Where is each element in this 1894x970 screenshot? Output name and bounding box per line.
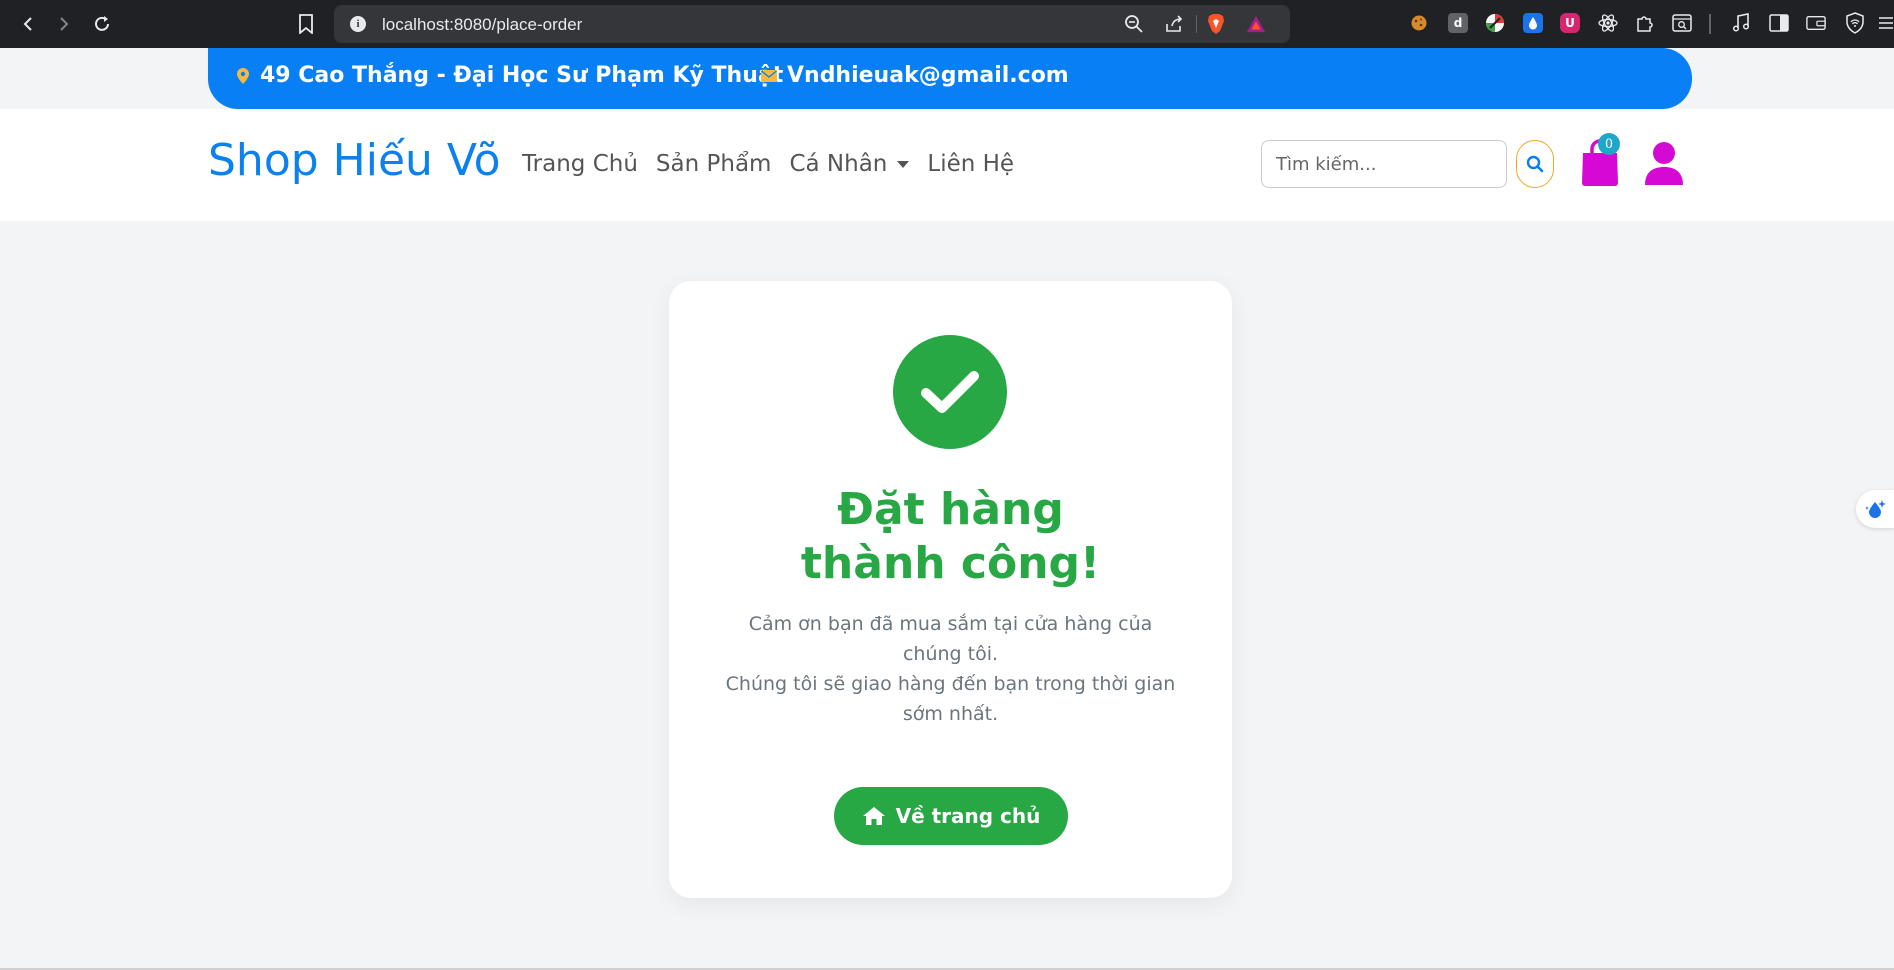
message-line-2: Chúng tôi sẽ giao hàng đến bạn trong thờ… bbox=[725, 673, 1176, 725]
nav-contact-label[interactable]: Liên Hệ bbox=[927, 151, 1014, 177]
user-account-button[interactable] bbox=[1644, 141, 1684, 187]
email-text[interactable]: Vndhieuak@gmail.com bbox=[787, 63, 1069, 88]
forward-button[interactable] bbox=[50, 10, 78, 38]
back-home-label[interactable]: Về trang chủ bbox=[896, 804, 1041, 828]
nav-personal-dropdown[interactable]: Cá Nhân bbox=[789, 151, 910, 177]
share-icon[interactable] bbox=[1164, 14, 1184, 34]
contact-email[interactable]: Vndhieuak@gmail.com bbox=[761, 63, 1069, 88]
reload-button[interactable] bbox=[88, 10, 116, 38]
back-home-button[interactable]: Về trang chủ bbox=[834, 787, 1068, 845]
chevron-right-icon bbox=[60, 17, 69, 31]
browser-toolbar: i localhost:8080/place-order d U bbox=[0, 0, 1894, 48]
map-pin-icon bbox=[237, 67, 249, 84]
zoom-icon[interactable] bbox=[1124, 14, 1144, 34]
sparkle-drop-icon bbox=[1865, 500, 1886, 518]
address-text: 49 Cao Thắng - Đại Học Sư Phạm Kỹ Thuật bbox=[260, 63, 784, 88]
media-music-icon[interactable] bbox=[1731, 13, 1751, 33]
menu-icon[interactable] bbox=[1878, 13, 1894, 33]
contact-address: 49 Cao Thắng - Đại Học Sư Phạm Kỹ Thuật bbox=[236, 63, 783, 88]
cart-button[interactable]: 0 bbox=[1580, 133, 1620, 187]
main-nav: Trang Chủ Sản Phẩm Cá Nhân Liên Hệ bbox=[522, 151, 1032, 177]
site-info-icon[interactable]: i bbox=[350, 16, 366, 32]
brand-logo[interactable]: Shop Hiếu Võ bbox=[208, 135, 501, 186]
vpn-shield-icon[interactable] bbox=[1845, 12, 1865, 34]
envelope-icon bbox=[761, 69, 777, 82]
success-badge bbox=[893, 335, 1007, 449]
message-line-1: Cảm ơn bạn đã mua sắm tại cửa hàng của c… bbox=[748, 613, 1153, 665]
wallet-icon[interactable] bbox=[1806, 13, 1826, 33]
search-button[interactable] bbox=[1516, 140, 1554, 188]
water-drop-extension-icon[interactable] bbox=[1523, 13, 1543, 33]
cookie-extension-icon[interactable] bbox=[1409, 13, 1429, 33]
floating-sidebar-button[interactable] bbox=[1856, 490, 1894, 528]
color-extension-icon[interactable] bbox=[1485, 13, 1505, 33]
site-header: Shop Hiếu Võ Trang Chủ Sản Phẩm Cá Nhân … bbox=[0, 109, 1894, 221]
bookmark-icon bbox=[299, 14, 313, 34]
nav-personal-label[interactable]: Cá Nhân bbox=[789, 151, 887, 177]
back-button[interactable] bbox=[14, 10, 42, 38]
search-icon bbox=[1526, 155, 1544, 173]
brave-rewards-icon[interactable] bbox=[1246, 14, 1266, 34]
url-text[interactable]: localhost:8080/place-order bbox=[382, 15, 582, 35]
brave-shield-icon[interactable] bbox=[1206, 14, 1226, 34]
d-extension-icon[interactable]: d bbox=[1448, 13, 1468, 33]
tab-search-icon[interactable] bbox=[1672, 13, 1692, 33]
toolbar-divider bbox=[1709, 14, 1711, 34]
address-bar[interactable]: i localhost:8080/place-order bbox=[334, 5, 1290, 43]
success-title: Đặt hàng thành công! bbox=[800, 484, 1101, 589]
success-message: Cảm ơn bạn đã mua sắm tại cửa hàng của c… bbox=[669, 609, 1232, 729]
chevron-left-icon bbox=[23, 17, 32, 31]
nav-products-label[interactable]: Sản Phẩm bbox=[656, 151, 772, 177]
caret-down-icon[interactable] bbox=[897, 160, 910, 168]
extensions-puzzle-icon[interactable] bbox=[1635, 13, 1655, 33]
nav-products[interactable]: Sản Phẩm bbox=[656, 151, 772, 177]
cart-count-badge: 0 bbox=[1598, 133, 1620, 155]
react-devtools-icon[interactable] bbox=[1598, 13, 1618, 33]
home-icon bbox=[862, 807, 885, 825]
omnibox-divider bbox=[1196, 15, 1197, 33]
ublock-extension-icon[interactable]: U bbox=[1560, 13, 1580, 33]
nav-home[interactable]: Trang Chủ bbox=[522, 151, 638, 177]
search-input[interactable] bbox=[1262, 141, 1506, 187]
reload-icon bbox=[95, 16, 109, 31]
sidebar-icon[interactable] bbox=[1769, 13, 1789, 33]
contact-bar: 49 Cao Thắng - Đại Học Sư Phạm Kỹ Thuật … bbox=[208, 48, 1692, 109]
bookmark-button[interactable] bbox=[292, 10, 320, 38]
check-icon bbox=[921, 371, 979, 413]
search-field[interactable] bbox=[1261, 140, 1507, 188]
user-icon bbox=[1645, 142, 1683, 185]
order-success-card: Đặt hàng thành công! Cảm ơn bạn đã mua s… bbox=[669, 281, 1232, 898]
nav-home-label[interactable]: Trang Chủ bbox=[522, 151, 638, 177]
nav-contact[interactable]: Liên Hệ bbox=[927, 151, 1014, 177]
